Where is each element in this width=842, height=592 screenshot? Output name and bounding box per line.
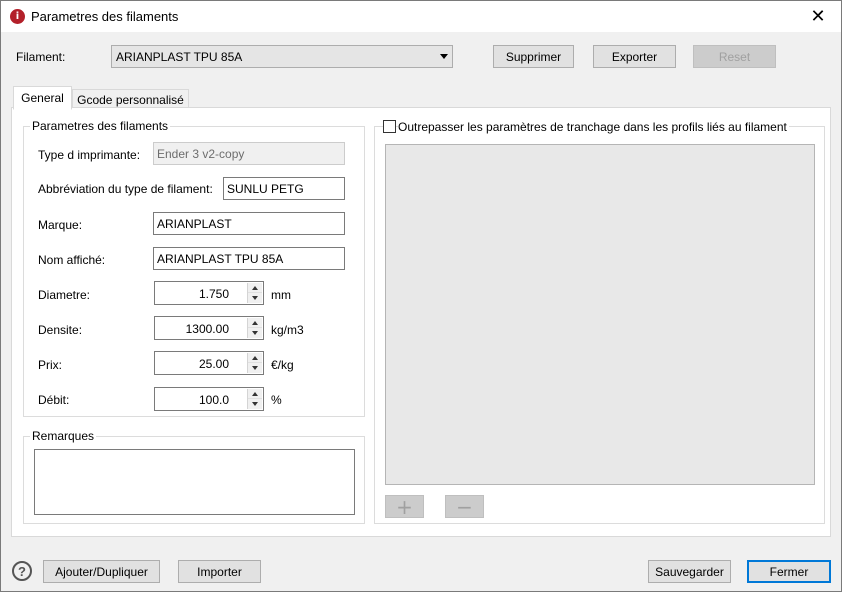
price-spinbox[interactable]: 25.00 xyxy=(154,351,264,375)
app-logo-icon: i xyxy=(10,9,25,24)
flow-unit: % xyxy=(271,393,282,407)
remarks-textarea[interactable] xyxy=(34,449,355,515)
price-unit: €/kg xyxy=(271,358,294,372)
export-button[interactable]: Exporter xyxy=(593,45,676,68)
filament-select-value: ARIANPLAST TPU 85A xyxy=(116,50,243,64)
override-parameters-list[interactable] xyxy=(385,144,815,485)
arrow-down-icon xyxy=(252,331,258,335)
price-stepper xyxy=(247,353,262,373)
diameter-value: 1.750 xyxy=(198,287,229,301)
price-label: Prix: xyxy=(38,358,62,372)
price-increment-button[interactable] xyxy=(248,353,262,363)
filament-settings-window: i Parametres des filaments ✕ Filament: A… xyxy=(0,0,842,592)
title-bar: i Parametres des filaments ✕ xyxy=(1,1,841,32)
printer-type-label: Type d imprimante: xyxy=(38,148,141,162)
type-abbrev-field[interactable]: SUNLU PETG xyxy=(223,177,345,200)
diameter-label: Diametre: xyxy=(38,288,91,302)
diameter-decrement-button[interactable] xyxy=(248,293,262,303)
add-override-button[interactable]: + xyxy=(385,494,424,519)
diameter-spinbox[interactable]: 1.750 xyxy=(154,281,264,305)
arrow-down-icon xyxy=(252,402,258,406)
density-spinbox[interactable]: 1300.00 xyxy=(154,316,264,340)
filament-label: Filament: xyxy=(16,50,66,64)
remarks-title: Remarques xyxy=(30,429,97,443)
density-label: Densite: xyxy=(38,323,83,337)
arrow-down-icon xyxy=(252,296,258,300)
brand-label: Marque: xyxy=(38,218,83,232)
remove-override-button[interactable]: − xyxy=(445,494,484,519)
diameter-stepper xyxy=(247,283,262,303)
help-icon[interactable]: ? xyxy=(12,561,32,581)
close-icon[interactable]: ✕ xyxy=(795,1,841,32)
group-title: Parametres des filaments xyxy=(30,119,171,133)
import-button[interactable]: Importer xyxy=(178,560,261,583)
flow-spinbox[interactable]: 100.0 xyxy=(154,387,264,411)
density-stepper xyxy=(247,318,262,338)
flow-decrement-button[interactable] xyxy=(248,399,262,409)
override-checkbox-label: Outrepasser les paramètres de tranchage … xyxy=(398,120,789,134)
flow-increment-button[interactable] xyxy=(248,389,262,399)
override-checkbox[interactable] xyxy=(383,120,396,133)
flow-stepper xyxy=(247,389,262,409)
type-abbrev-label: Abbréviation du type de filament: xyxy=(38,182,213,196)
plus-icon: + xyxy=(396,494,413,519)
diameter-unit: mm xyxy=(271,288,291,302)
density-unit: kg/m3 xyxy=(271,323,304,337)
price-decrement-button[interactable] xyxy=(248,363,262,373)
minus-icon: − xyxy=(456,494,473,519)
display-name-label: Nom affiché: xyxy=(38,253,106,267)
density-value: 1300.00 xyxy=(185,322,229,336)
density-increment-button[interactable] xyxy=(248,318,262,328)
tab-general[interactable]: General xyxy=(13,86,72,110)
diameter-increment-button[interactable] xyxy=(248,283,262,293)
arrow-up-icon xyxy=(252,391,258,396)
add-duplicate-button[interactable]: Ajouter/Dupliquer xyxy=(43,560,160,583)
brand-field[interactable]: ARIANPLAST xyxy=(153,212,345,235)
flow-value: 100.0 xyxy=(198,393,229,407)
flow-label: Débit: xyxy=(38,393,70,407)
delete-button[interactable]: Supprimer xyxy=(493,45,574,68)
printer-type-field: Ender 3 v2-copy xyxy=(153,142,345,165)
arrow-down-icon xyxy=(252,366,258,370)
arrow-up-icon xyxy=(252,320,258,325)
arrow-up-icon xyxy=(252,285,258,290)
filament-select[interactable]: ARIANPLAST TPU 85A xyxy=(111,45,453,68)
reset-button[interactable]: Reset xyxy=(693,45,776,68)
close-button[interactable]: Fermer xyxy=(747,560,831,583)
arrow-up-icon xyxy=(252,355,258,360)
price-value: 25.00 xyxy=(198,357,229,371)
window-title: Parametres des filaments xyxy=(31,9,179,24)
chevron-down-icon xyxy=(440,54,448,59)
display-name-field[interactable]: ARIANPLAST TPU 85A xyxy=(153,247,345,270)
density-decrement-button[interactable] xyxy=(248,328,262,338)
save-button[interactable]: Sauvegarder xyxy=(648,560,731,583)
